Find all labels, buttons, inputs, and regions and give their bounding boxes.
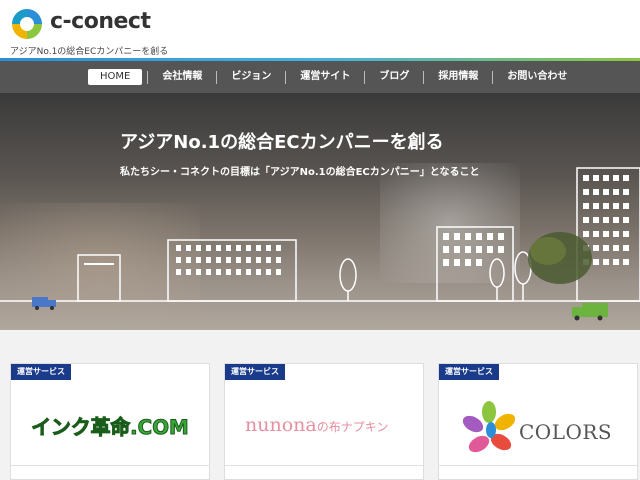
nunona-logo[interactable]: nunonaの布ナプキン	[245, 414, 388, 436]
site-header: c-conect アジアNo.1の総合ECカンパニーを創る	[0, 0, 640, 58]
nav-separator	[364, 70, 366, 84]
brand-name[interactable]: c-conect	[50, 9, 151, 34]
nav-vision[interactable]: ビジョン	[222, 69, 280, 85]
nav-separator	[216, 70, 218, 84]
nav-separator	[285, 70, 287, 84]
colors-logo-text[interactable]: COLORS	[519, 420, 612, 444]
colors-flower-icon	[462, 401, 516, 453]
hero-title: アジアNo.1の総合ECカンパニーを創る	[120, 132, 444, 153]
header-tagline: アジアNo.1の総合ECカンパニーを創る	[10, 47, 169, 57]
service-card-ink[interactable]: 運営サービス インク革命.COM	[10, 363, 210, 480]
nav-sites[interactable]: 運営サイト	[291, 69, 359, 85]
green-truck-icon	[572, 303, 608, 321]
svg-text:インク革命.COM: インク革命.COM	[31, 416, 188, 439]
ink-kakumei-logo[interactable]: インク革命.COM	[11, 384, 209, 464]
service-badge: 運営サービス	[439, 364, 499, 380]
nav-separator	[423, 70, 425, 84]
blue-truck-icon	[32, 297, 56, 310]
nav-contact[interactable]: お問い合わせ	[498, 69, 576, 85]
hero-subtitle: 私たちシー・コネクトの目標は「アジアNo.1の総合ECカンパニー」となること	[120, 167, 480, 178]
nav-home[interactable]: HOME	[88, 69, 143, 85]
main-nav: HOME 会社情報 ビジョン 運営サイト ブログ 採用情報 お問い合わせ	[0, 61, 640, 93]
nav-blog[interactable]: ブログ	[370, 69, 418, 85]
nav-separator	[147, 70, 149, 84]
service-card-colors[interactable]: 運営サービス COLORS	[438, 363, 638, 480]
hero-banner: アジアNo.1の総合ECカンパニーを創る 私たちシー・コネクトの目標は「アジアN…	[0, 93, 640, 330]
service-badge: 運営サービス	[11, 364, 71, 380]
nav-recruit[interactable]: 採用情報	[429, 69, 487, 85]
service-badge: 運営サービス	[225, 364, 285, 380]
nav-separator	[492, 70, 494, 84]
nav-company[interactable]: 会社情報	[153, 69, 211, 85]
service-card-nunona[interactable]: 運営サービス nunonaの布ナプキン	[224, 363, 424, 480]
c-conect-logo-icon[interactable]	[10, 7, 44, 41]
